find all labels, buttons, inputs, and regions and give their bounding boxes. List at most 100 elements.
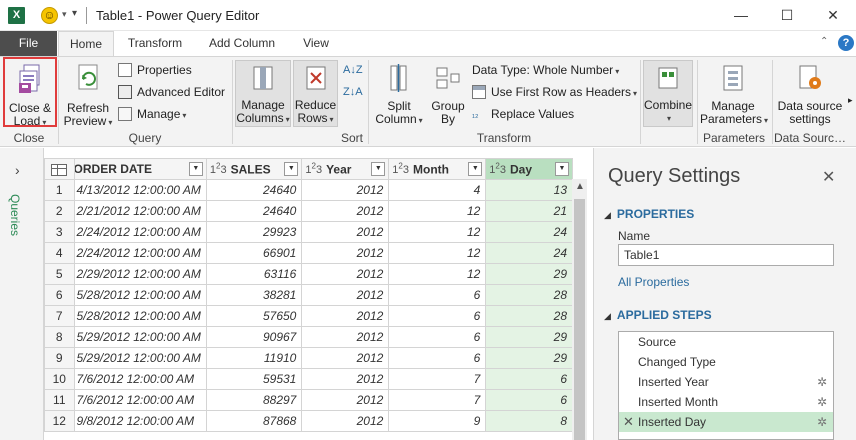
table-row[interactable]: 8 5/29/2012 12:00:00 AM 90967 2012 6 29 — [44, 326, 573, 348]
close-settings-icon[interactable]: ✕ — [822, 167, 835, 187]
advanced-editor-button[interactable]: Advanced Editor — [118, 82, 225, 102]
whole-number-type-icon[interactable]: 123 — [489, 162, 506, 177]
table-cell[interactable]: 63116 — [205, 263, 303, 285]
table-menu-button[interactable] — [44, 158, 75, 180]
sort-descending-button[interactable]: Z↓A — [343, 82, 363, 102]
table-cell[interactable]: 24 — [485, 221, 573, 243]
whole-number-type-icon[interactable]: 123 — [392, 162, 409, 177]
table-cell[interactable]: 24640 — [205, 200, 303, 222]
applied-step[interactable]: Inserted Year ✲ — [619, 372, 833, 392]
table-cell[interactable]: 2012 — [301, 242, 390, 264]
table-cell[interactable]: 6 — [388, 347, 487, 369]
filter-dropdown-icon[interactable]: ▼ — [188, 162, 203, 176]
combine-button[interactable]: Combine ▾ — [643, 60, 693, 127]
table-cell[interactable]: 57650 — [205, 305, 303, 327]
table-cell[interactable]: 5/28/2012 12:00:00 AM — [73, 305, 207, 327]
table-cell[interactable]: 2012 — [301, 347, 390, 369]
use-first-row-headers-button[interactable]: Use First Row as Headers ▾ — [472, 82, 637, 102]
table-cell[interactable]: 8 — [485, 410, 573, 432]
manage-query-button[interactable]: Manage ▾ — [118, 104, 186, 124]
table-cell[interactable]: 6 — [388, 305, 487, 327]
table-cell[interactable]: 2/21/2012 12:00:00 AM — [73, 200, 207, 222]
row-number[interactable]: 7 — [44, 305, 75, 327]
table-row[interactable]: 9 5/29/2012 12:00:00 AM 11910 2012 6 29 — [44, 347, 573, 369]
filter-dropdown-icon[interactable]: ▼ — [371, 162, 386, 176]
table-cell[interactable]: 90967 — [205, 326, 303, 348]
refresh-preview-button[interactable]: Refresh Preview ▾ — [62, 63, 114, 129]
group-by-button[interactable]: Group By — [428, 63, 468, 126]
table-cell[interactable]: 21 — [485, 200, 573, 222]
vertical-scrollbar[interactable]: ▲ — [572, 179, 587, 440]
table-row[interactable]: 3 2/24/2012 12:00:00 AM 29923 2012 12 24 — [44, 221, 573, 243]
table-cell[interactable]: 5/29/2012 12:00:00 AM — [73, 347, 207, 369]
applied-step[interactable]: Source — [619, 332, 833, 352]
column-header-month[interactable]: 123 Month ▼ — [388, 158, 487, 180]
table-cell[interactable]: 2012 — [301, 410, 390, 432]
table-cell[interactable]: 2/29/2012 12:00:00 AM — [73, 263, 207, 285]
table-row[interactable]: 1 4/13/2012 12:00:00 AM 24640 2012 4 13 — [44, 179, 573, 201]
table-cell[interactable]: 2/24/2012 12:00:00 AM — [73, 221, 207, 243]
feedback-dropdown-icon[interactable]: ▾ — [62, 9, 67, 20]
tab-transform[interactable]: Transform — [118, 31, 192, 56]
table-cell[interactable]: 12 — [388, 221, 487, 243]
table-cell[interactable]: 2/24/2012 12:00:00 AM — [73, 242, 207, 264]
table-cell[interactable]: 24640 — [205, 179, 303, 201]
replace-values-button[interactable]: ₁₂ Replace Values — [472, 104, 574, 124]
table-row[interactable]: 6 5/28/2012 12:00:00 AM 38281 2012 6 28 — [44, 284, 573, 306]
table-cell[interactable]: 66901 — [205, 242, 303, 264]
column-header-year[interactable]: 123 Year ▼ — [301, 158, 390, 180]
table-row[interactable]: 10 7/6/2012 12:00:00 AM 59531 2012 7 6 — [44, 368, 573, 390]
scroll-thumb[interactable] — [574, 199, 585, 440]
column-header-order-date[interactable]: ORDER DATE ▼ — [73, 158, 207, 180]
collapse-ribbon-icon[interactable]: ⌃ — [820, 36, 828, 47]
table-cell[interactable]: 7 — [388, 368, 487, 390]
manage-columns-button[interactable]: Manage Columns ▾ — [235, 60, 291, 127]
row-number[interactable]: 5 — [44, 263, 75, 285]
row-number[interactable]: 8 — [44, 326, 75, 348]
close-window-button[interactable]: ✕ — [810, 0, 856, 31]
tab-file[interactable]: File — [0, 31, 57, 56]
row-number[interactable]: 12 — [44, 410, 75, 432]
table-cell[interactable]: 29 — [485, 263, 573, 285]
row-number[interactable]: 3 — [44, 221, 75, 243]
table-cell[interactable]: 7 — [388, 389, 487, 411]
table-cell[interactable]: 7/6/2012 12:00:00 AM — [73, 389, 207, 411]
table-cell[interactable]: 2012 — [301, 179, 390, 201]
expand-queries-icon[interactable]: › — [15, 162, 20, 178]
ribbon-scroll-right-icon[interactable]: ▸ — [848, 90, 853, 110]
table-cell[interactable]: 12 — [388, 200, 487, 222]
applied-step[interactable]: Changed Type — [619, 352, 833, 372]
maximize-button[interactable]: ☐ — [764, 0, 810, 31]
table-cell[interactable]: 59531 — [205, 368, 303, 390]
table-cell[interactable]: 24 — [485, 242, 573, 264]
table-cell[interactable]: 7/6/2012 12:00:00 AM — [73, 368, 207, 390]
row-number[interactable]: 4 — [44, 242, 75, 264]
step-settings-gear-icon[interactable]: ✲ — [817, 372, 827, 392]
row-number[interactable]: 1 — [44, 179, 75, 201]
delete-step-icon[interactable]: ✕ — [623, 412, 634, 432]
table-cell[interactable]: 29 — [485, 347, 573, 369]
query-name-input[interactable] — [618, 244, 834, 266]
table-cell[interactable]: 2012 — [301, 368, 390, 390]
smiley-feedback-icon[interactable]: ☺ — [41, 7, 58, 24]
table-row[interactable]: 2 2/21/2012 12:00:00 AM 24640 2012 12 21 — [44, 200, 573, 222]
table-cell[interactable]: 87868 — [205, 410, 303, 432]
table-cell[interactable]: 38281 — [205, 284, 303, 306]
properties-button[interactable]: Properties — [118, 60, 192, 80]
tab-add-column[interactable]: Add Column — [198, 31, 286, 56]
table-row[interactable]: 12 9/8/2012 12:00:00 AM 87868 2012 9 8 — [44, 410, 573, 432]
split-column-button[interactable]: Split Column ▾ — [372, 63, 426, 127]
filter-dropdown-icon[interactable]: ▼ — [555, 162, 569, 176]
table-cell[interactable]: 5/29/2012 12:00:00 AM — [73, 326, 207, 348]
row-number[interactable]: 9 — [44, 347, 75, 369]
customize-quick-access-icon[interactable]: ▾ — [72, 8, 77, 19]
table-cell[interactable]: 88297 — [205, 389, 303, 411]
table-cell[interactable]: 12 — [388, 263, 487, 285]
table-cell[interactable]: 2012 — [301, 263, 390, 285]
table-cell[interactable]: 4/13/2012 12:00:00 AM — [73, 179, 207, 201]
step-settings-gear-icon[interactable]: ✲ — [817, 412, 827, 432]
all-properties-link[interactable]: All Properties — [618, 275, 689, 289]
manage-parameters-button[interactable]: Manage Parameters ▾ — [700, 63, 768, 127]
table-cell[interactable]: 12 — [388, 242, 487, 264]
row-number[interactable]: 11 — [44, 389, 75, 411]
